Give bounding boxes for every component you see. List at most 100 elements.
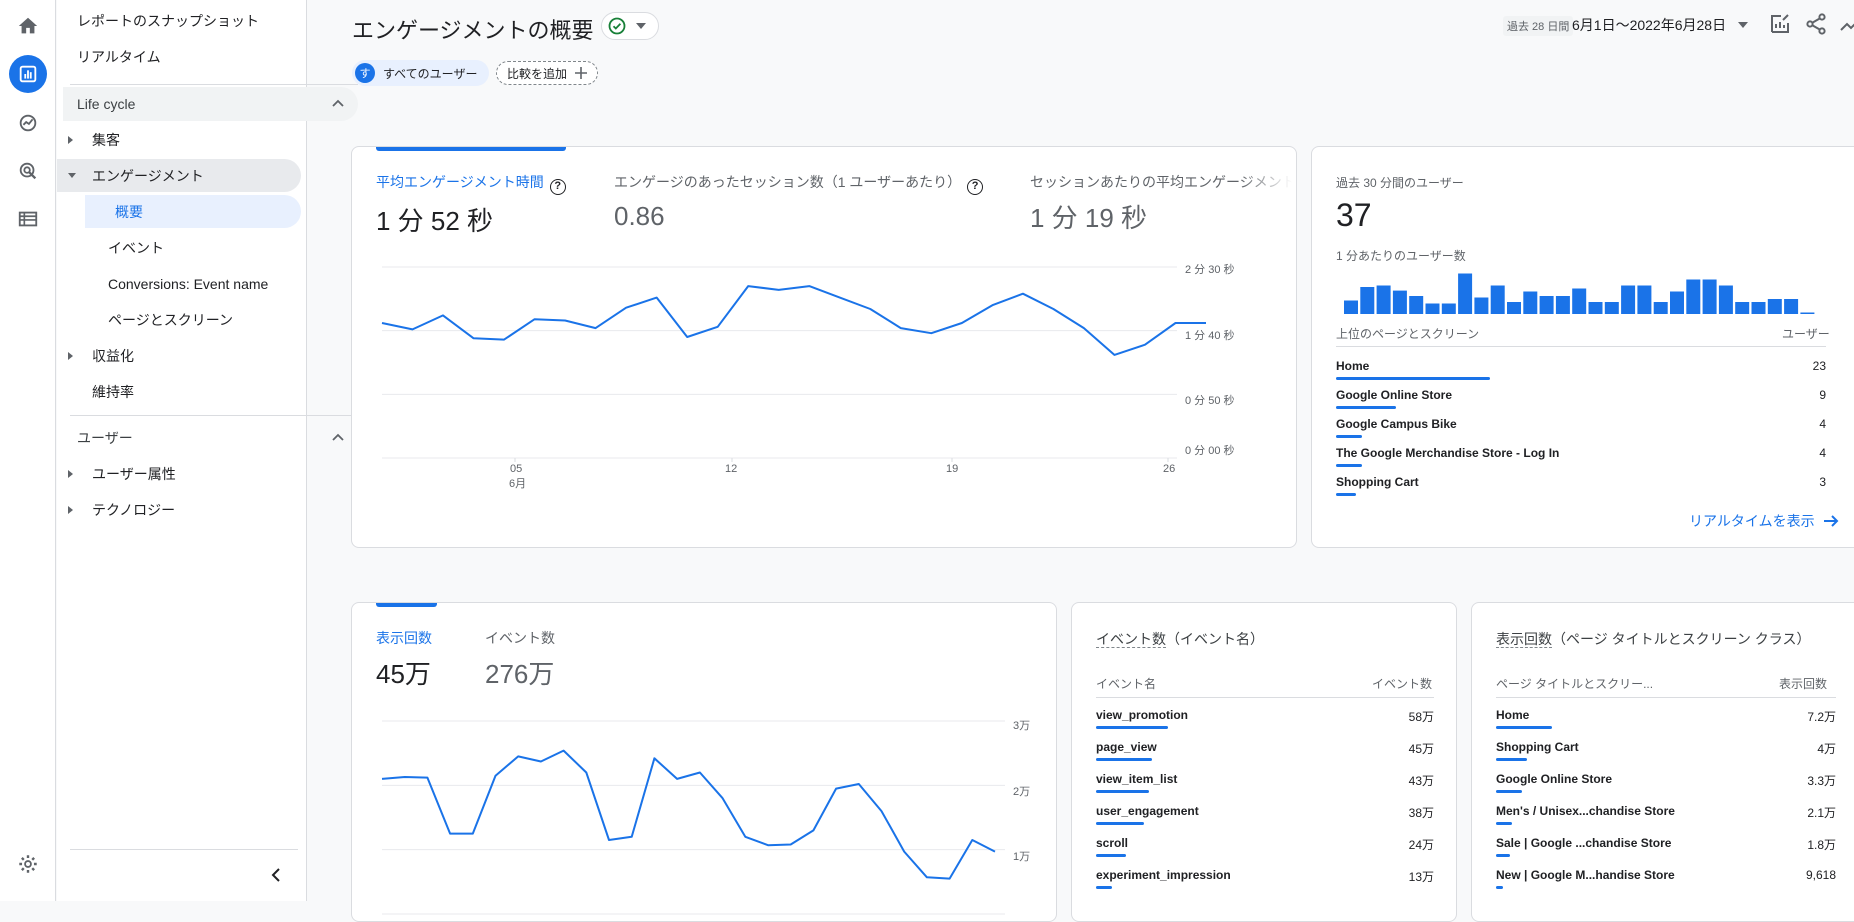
sidebar-item-monetization[interactable]: 収益化 — [57, 339, 301, 372]
row-share-bar — [1336, 435, 1362, 438]
sidebar-item-user-attributes[interactable]: ユーザー属性 — [57, 457, 301, 490]
row-share-bar — [1496, 822, 1512, 825]
table-row[interactable]: Google Online Store 3.3万 — [1496, 767, 1836, 795]
table-row[interactable]: Home 7.2万 — [1496, 703, 1836, 731]
date-range-label: 過去 28 日間 — [1503, 16, 1574, 36]
row-name: New | Google M...handise Store — [1496, 868, 1675, 882]
row-value: 1.8万 — [1807, 838, 1836, 852]
row-share-bar — [1096, 790, 1149, 793]
row-value: 7.2万 — [1807, 710, 1836, 724]
table-row[interactable]: view_promotion 58万 — [1096, 703, 1434, 731]
table-row[interactable]: Home 23 — [1336, 354, 1826, 382]
status-dropdown[interactable] — [601, 12, 659, 40]
table-row[interactable]: user_engagement 38万 — [1096, 799, 1434, 827]
table-header-users: ユーザー — [1782, 327, 1830, 341]
row-name: user_engagement — [1096, 804, 1199, 818]
sidebar-item-pages[interactable]: ページとスクリーン — [57, 303, 301, 336]
sidebar-item-realtime[interactable]: リアルタイム — [57, 40, 301, 73]
row-name: Men's / Unisex...chandise Store — [1496, 804, 1675, 818]
date-range-picker[interactable]: 6月1日～2022年6月28日 — [1572, 15, 1748, 35]
gear-icon[interactable] — [9, 845, 47, 883]
minute-bar — [1539, 296, 1554, 314]
x-axis-month: 6月 — [509, 478, 527, 490]
y-axis-tick: 2 分 30 秒 — [1185, 264, 1235, 276]
chevron-up-icon — [332, 433, 344, 441]
row-value: 9,618 — [1805, 868, 1836, 882]
table-header-page-title: ページ タイトルとスクリー... — [1496, 677, 1654, 691]
sidebar-item-label: エンゲージメント — [92, 167, 204, 184]
segment-chip[interactable]: す すべてのユーザー — [352, 60, 490, 86]
table-row[interactable]: page_view 45万 — [1096, 735, 1434, 763]
sidebar-item-acquisition[interactable]: 集客 — [57, 123, 301, 156]
sidebar-item-events[interactable]: イベント — [57, 231, 301, 264]
segment-label: すべてのユーザー — [383, 66, 478, 81]
explore-icon[interactable] — [9, 104, 47, 142]
sidebar-item-overview[interactable]: 概要 — [85, 195, 301, 228]
advertising-icon[interactable] — [9, 152, 47, 190]
table-row[interactable]: Google Campus Bike 4 — [1336, 412, 1826, 440]
share-icon[interactable] — [1804, 12, 1828, 36]
sidebar-item-label: レポートのスナップショット — [77, 12, 259, 29]
reports-icon[interactable] — [9, 55, 47, 93]
x-axis-tick: 26 — [1163, 463, 1176, 475]
sidebar-item-label: テクノロジー — [92, 501, 176, 518]
dropdown-arrow-icon — [1737, 22, 1748, 28]
divider — [70, 415, 358, 416]
y-axis-tick: 0 分 50 秒 — [1185, 395, 1235, 407]
add-comparison-label: 比較を追加 — [507, 66, 568, 81]
table-row[interactable]: New | Google M...handise Store 9,618 — [1496, 863, 1836, 891]
nav-rail — [0, 0, 56, 901]
caret-right-icon — [68, 469, 73, 478]
row-name: view_item_list — [1096, 772, 1178, 786]
table-row[interactable]: Sale | Google ...chandise Store 1.8万 — [1496, 831, 1836, 859]
minute-bar — [1523, 291, 1538, 314]
table-row[interactable]: scroll 24万 — [1096, 831, 1434, 859]
minute-bar — [1392, 290, 1407, 314]
row-share-bar — [1496, 790, 1522, 793]
minute-bar — [1344, 300, 1358, 314]
table-row[interactable]: Shopping Cart 3 — [1336, 470, 1826, 498]
table-row[interactable]: Shopping Cart 4万 — [1496, 735, 1836, 763]
minute-bar — [1621, 285, 1636, 314]
sidebar-item-engagement[interactable]: エンゲージメント — [57, 159, 301, 192]
sidebar-item-retention[interactable]: 維持率 — [57, 375, 301, 408]
row-name: Home — [1336, 359, 1370, 373]
table-row[interactable]: experiment_impression 13万 — [1096, 863, 1434, 891]
series-line — [381, 285, 1206, 356]
sidebar-section-user[interactable]: ユーザー — [63, 421, 358, 455]
collapse-sidebar-icon[interactable] — [270, 867, 282, 883]
minute-bar — [1507, 302, 1521, 314]
table-row[interactable]: Men's / Unisex...chandise Store 2.1万 — [1496, 799, 1836, 827]
card-title-main[interactable]: 表示回数 — [1496, 631, 1552, 648]
table-row[interactable]: Google Online Store 9 — [1336, 383, 1826, 411]
card-title-main[interactable]: イベント数 — [1096, 631, 1166, 648]
link-label: リアルタイムを表示 — [1689, 513, 1815, 529]
row-name: Home — [1496, 708, 1530, 722]
table-row[interactable]: The Google Merchandise Store - Log In 4 — [1336, 441, 1826, 469]
card-title: イベント数（イベント名） — [1096, 629, 1264, 649]
sidebar-item-conversions[interactable]: Conversions: Event name — [57, 267, 301, 300]
row-value: 43万 — [1408, 774, 1434, 788]
sidebar-item-label: 集客 — [92, 131, 120, 148]
minute-bar — [1572, 288, 1587, 314]
sidebar-item-technology[interactable]: テクノロジー — [57, 493, 301, 526]
configure-icon[interactable] — [9, 200, 47, 238]
sidebar-item-label: ページとスクリーン — [108, 311, 234, 328]
sidebar-item-label: 収益化 — [92, 347, 134, 364]
home-icon[interactable] — [9, 7, 47, 45]
y-axis-tick: 2万 — [1013, 786, 1031, 798]
add-comparison-button[interactable]: 比較を追加 — [496, 61, 599, 85]
table-header-event-name: イベント名 — [1096, 677, 1157, 691]
customize-report-icon[interactable] — [1768, 12, 1792, 36]
sidebar-item-label: ユーザー属性 — [92, 465, 176, 482]
sidebar-item-snapshot[interactable]: レポートのスナップショット — [57, 4, 301, 37]
view-realtime-link[interactable]: リアルタイムを表示 — [1689, 511, 1839, 531]
minute-bar — [1767, 299, 1782, 314]
row-name: scroll — [1096, 836, 1129, 850]
table-row[interactable]: view_item_list 43万 — [1096, 767, 1434, 795]
row-name: Shopping Cart — [1336, 475, 1419, 489]
insights-icon[interactable] — [1838, 12, 1854, 36]
sidebar-section-lifecycle[interactable]: Life cycle — [63, 87, 358, 121]
row-name: Sale | Google ...chandise Store — [1496, 836, 1672, 850]
sidebar-item-label: イベント — [108, 239, 164, 256]
